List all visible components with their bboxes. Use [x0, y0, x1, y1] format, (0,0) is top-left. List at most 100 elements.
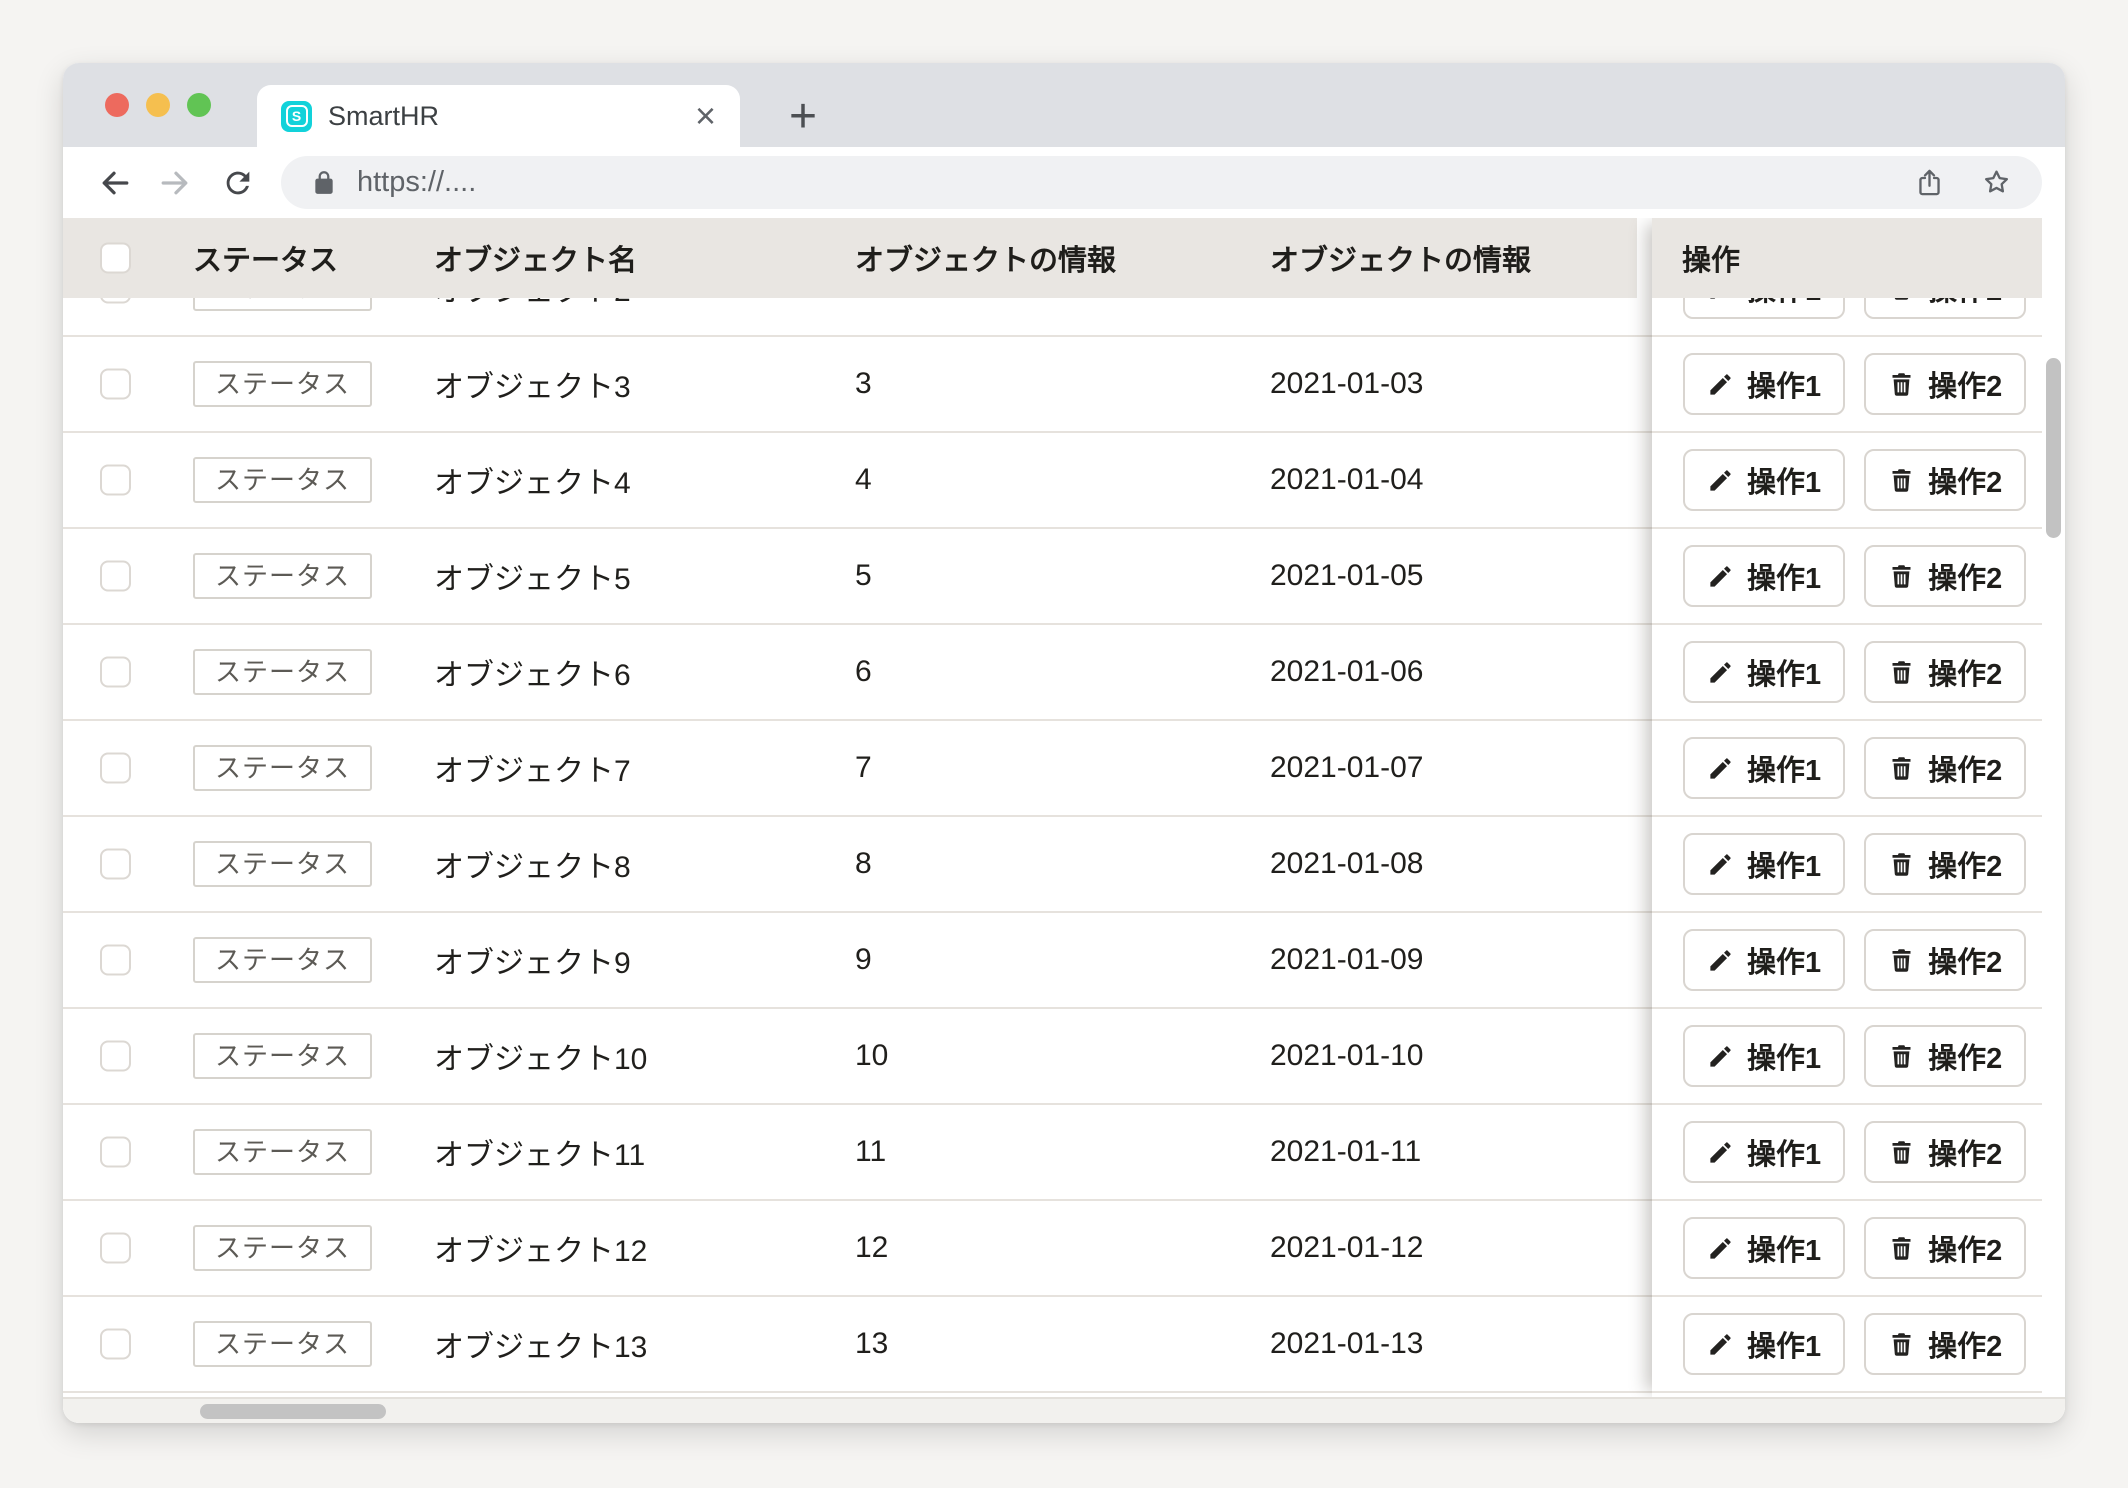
edit-button[interactable]: 操作1	[1683, 929, 1845, 991]
row-checkbox[interactable]	[100, 753, 131, 784]
edit-button[interactable]: 操作1	[1683, 737, 1845, 799]
edit-button[interactable]: 操作1	[1683, 1121, 1845, 1183]
delete-button-label: 操作2	[1928, 1035, 2002, 1077]
table-row-actions: 操作1 操作2	[1652, 337, 2042, 433]
reload-icon	[221, 166, 255, 200]
delete-button-label: 操作2	[1928, 1323, 2002, 1365]
status-badge: ステータス	[193, 553, 372, 599]
table-row: ステータス オブジェクト3 3 2021-01-03	[63, 337, 1652, 433]
table-row-actions: 操作1 操作2	[1652, 1009, 2042, 1105]
object-date-cell: 2021-01-09	[1270, 943, 1423, 977]
delete-button[interactable]: 操作2	[1864, 1025, 2026, 1087]
delete-button-label: 操作2	[1928, 939, 2002, 981]
edit-button-label: 操作1	[1747, 1131, 1821, 1173]
trash-icon	[1888, 755, 1915, 782]
delete-button[interactable]: 操作2	[1864, 929, 2026, 991]
status-badge: ステータス	[193, 1033, 372, 1079]
delete-button[interactable]: 操作2	[1864, 833, 2026, 895]
status-badge: ステータス	[193, 361, 372, 407]
row-checkbox[interactable]	[100, 1137, 131, 1168]
object-info-cell: 9	[855, 943, 872, 977]
object-date-cell: 2021-01-06	[1270, 655, 1423, 689]
row-checkbox[interactable]	[100, 657, 131, 688]
delete-button[interactable]: 操作2	[1864, 1217, 2026, 1279]
delete-button[interactable]: 操作2	[1864, 737, 2026, 799]
edit-button[interactable]: 操作1	[1683, 641, 1845, 703]
actions-fixed-column: 操作1 操作2 操作1	[1652, 218, 2042, 1397]
share-icon[interactable]	[1914, 167, 1945, 198]
edit-button[interactable]: 操作1	[1683, 353, 1845, 415]
object-info-cell: 5	[855, 559, 872, 593]
table-row: ステータス オブジェクト12 12 2021-01-12	[63, 1201, 1652, 1297]
row-checkbox[interactable]	[100, 465, 131, 496]
forward-button[interactable]	[145, 152, 207, 214]
table-row: ステータス オブジェクト8 8 2021-01-08	[63, 817, 1652, 913]
row-checkbox[interactable]	[100, 561, 131, 592]
close-window-button[interactable]	[105, 93, 129, 117]
edit-button-label: 操作1	[1747, 459, 1821, 501]
object-info-cell: 10	[855, 1039, 888, 1073]
browser-tab-smarthr[interactable]: S SmartHR ×	[257, 85, 740, 147]
delete-button[interactable]: 操作2	[1864, 353, 2026, 415]
table-row: ステータス オブジェクト7 7 2021-01-07	[63, 721, 1652, 817]
edit-button[interactable]: 操作1	[1683, 1313, 1845, 1375]
browser-window: S SmartHR × + https://....	[63, 63, 2065, 1423]
delete-button[interactable]: 操作2	[1864, 641, 2026, 703]
row-checkbox[interactable]	[100, 369, 131, 400]
delete-button[interactable]: 操作2	[1864, 449, 2026, 511]
page-content: ステータス オブジェクト2 2 2021-01-02 ステータス オブジェクト3…	[63, 218, 2065, 1423]
edit-button[interactable]: 操作1	[1683, 1025, 1845, 1087]
select-all-checkbox[interactable]	[100, 243, 131, 274]
vertical-scrollbar-thumb[interactable]	[2046, 358, 2061, 538]
minimize-window-button[interactable]	[146, 93, 170, 117]
object-info-cell: 4	[855, 463, 872, 497]
zoom-window-button[interactable]	[187, 93, 211, 117]
trash-icon	[1888, 563, 1915, 590]
delete-button[interactable]: 操作2	[1864, 545, 2026, 607]
row-checkbox[interactable]	[100, 1329, 131, 1360]
delete-button[interactable]: 操作2	[1864, 1313, 2026, 1375]
status-badge: ステータス	[193, 1225, 372, 1271]
header-object-name: オブジェクト名	[434, 237, 637, 279]
row-checkbox[interactable]	[100, 945, 131, 976]
row-checkbox[interactable]	[100, 1233, 131, 1264]
edit-button-label: 操作1	[1747, 651, 1821, 693]
edit-button-label: 操作1	[1747, 1323, 1821, 1365]
object-name-cell: オブジェクト11	[434, 1130, 645, 1174]
object-name-cell: オブジェクト6	[434, 650, 631, 694]
pencil-icon	[1707, 659, 1734, 686]
trash-icon	[1888, 467, 1915, 494]
reload-button[interactable]	[207, 152, 269, 214]
close-tab-icon[interactable]: ×	[695, 98, 716, 134]
header-status: ステータス	[193, 237, 338, 279]
status-badge: ステータス	[193, 457, 372, 503]
table-header-actions: 操作	[1652, 218, 2042, 298]
row-checkbox[interactable]	[100, 1041, 131, 1072]
pencil-icon	[1707, 371, 1734, 398]
horizontal-scrollbar[interactable]	[63, 1397, 2065, 1423]
status-badge: ステータス	[193, 649, 372, 695]
edit-button[interactable]: 操作1	[1683, 1217, 1845, 1279]
object-date-cell: 2021-01-04	[1270, 463, 1423, 497]
browser-toolbar: https://....	[63, 147, 2065, 218]
actions-body: 操作1 操作2 操作1	[1652, 241, 2042, 1393]
star-icon[interactable]	[1981, 167, 2012, 198]
address-bar[interactable]: https://....	[281, 156, 2042, 209]
delete-button[interactable]: 操作2	[1864, 1121, 2026, 1183]
back-button[interactable]	[83, 152, 145, 214]
object-info-cell: 7	[855, 751, 872, 785]
table-body: ステータス オブジェクト2 2 2021-01-02 ステータス オブジェクト3…	[63, 241, 1652, 1393]
edit-button[interactable]: 操作1	[1683, 833, 1845, 895]
object-name-cell: オブジェクト13	[434, 1322, 647, 1366]
row-checkbox[interactable]	[100, 849, 131, 880]
trash-icon	[1888, 659, 1915, 686]
object-info-cell: 13	[855, 1327, 888, 1361]
address-bar-actions	[1914, 167, 2012, 198]
new-tab-button[interactable]: +	[768, 85, 838, 147]
delete-button-label: 操作2	[1928, 747, 2002, 789]
edit-button[interactable]: 操作1	[1683, 545, 1845, 607]
pencil-icon	[1707, 947, 1734, 974]
horizontal-scrollbar-thumb[interactable]	[200, 1404, 386, 1419]
object-date-cell: 2021-01-07	[1270, 751, 1423, 785]
edit-button[interactable]: 操作1	[1683, 449, 1845, 511]
